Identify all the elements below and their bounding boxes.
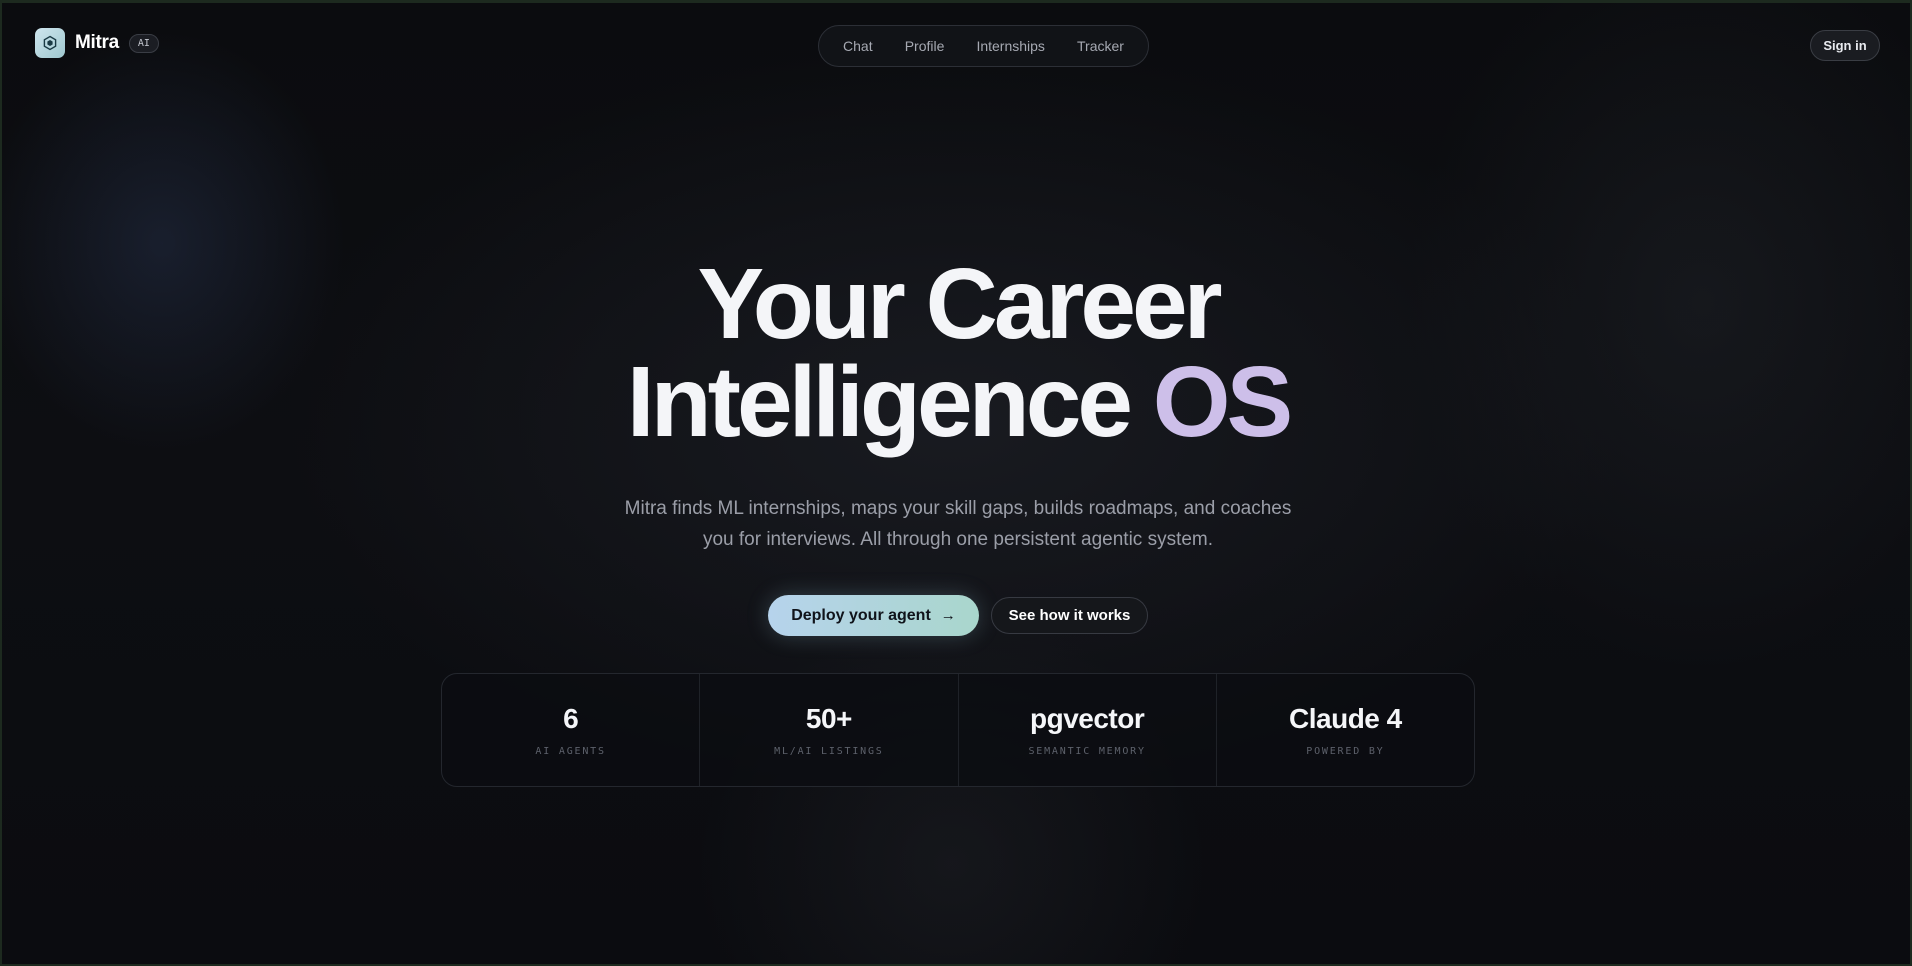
stats-panel: 6 AI AGENTS 50+ ML/AI LISTINGS pgvector … — [441, 673, 1475, 787]
stat-label: SEMANTIC MEMORY — [1028, 746, 1146, 757]
stat-label: AI AGENTS — [535, 746, 606, 757]
hero-title: Your Career Intelligence OS — [2, 248, 1910, 452]
brand-name: Mitra — [75, 32, 119, 53]
nav-item-profile[interactable]: Profile — [897, 32, 953, 60]
hero-title-accent: OS — [1152, 346, 1293, 458]
hero-subtitle-line2: you for interviews. All through one pers… — [702, 529, 1214, 550]
stat-label: POWERED BY — [1306, 746, 1385, 757]
hero-title-line1: Your Career — [697, 248, 1222, 360]
stat-powered-by: Claude 4 POWERED BY — [1217, 674, 1474, 786]
brand[interactable]: Mitra AI — [35, 28, 159, 58]
stat-value: Claude 4 — [1289, 703, 1402, 734]
hexagon-icon — [35, 28, 65, 58]
deploy-agent-button[interactable]: Deploy your agent → — [768, 595, 979, 636]
nav-item-internships[interactable]: Internships — [968, 32, 1052, 60]
nav-item-chat[interactable]: Chat — [835, 32, 881, 60]
sign-in-button[interactable]: Sign in — [1810, 30, 1880, 61]
stat-semantic-memory: pgvector SEMANTIC MEMORY — [959, 674, 1217, 786]
nav-item-tracker[interactable]: Tracker — [1069, 32, 1132, 60]
page-frame: Mitra AI Chat Profile Internships Tracke… — [2, 3, 1910, 964]
cta-row: Deploy your agent → See how it works — [768, 595, 1148, 636]
main-nav: Chat Profile Internships Tracker — [818, 25, 1149, 67]
hero-subtitle-line1: Mitra finds ML internships, maps your sk… — [624, 498, 1292, 519]
see-how-it-works-button[interactable]: See how it works — [991, 597, 1148, 634]
brand-badge: AI — [128, 33, 159, 53]
stat-listings: 50+ ML/AI LISTINGS — [700, 674, 959, 786]
stat-label: ML/AI LISTINGS — [774, 746, 884, 757]
hero-subtitle: Mitra finds ML internships, maps your sk… — [2, 493, 1910, 555]
hero-title-main: Intelligence — [626, 346, 1133, 458]
stat-value: 50+ — [805, 703, 853, 734]
deploy-agent-label: Deploy your agent — [791, 606, 931, 624]
stat-value: 6 — [563, 703, 579, 734]
arrow-right-icon: → — [940, 607, 956, 624]
hero-title-line2: Intelligence OS — [2, 352, 1910, 452]
stat-ai-agents: 6 AI AGENTS — [442, 674, 701, 786]
stat-value: pgvector — [1030, 703, 1145, 734]
